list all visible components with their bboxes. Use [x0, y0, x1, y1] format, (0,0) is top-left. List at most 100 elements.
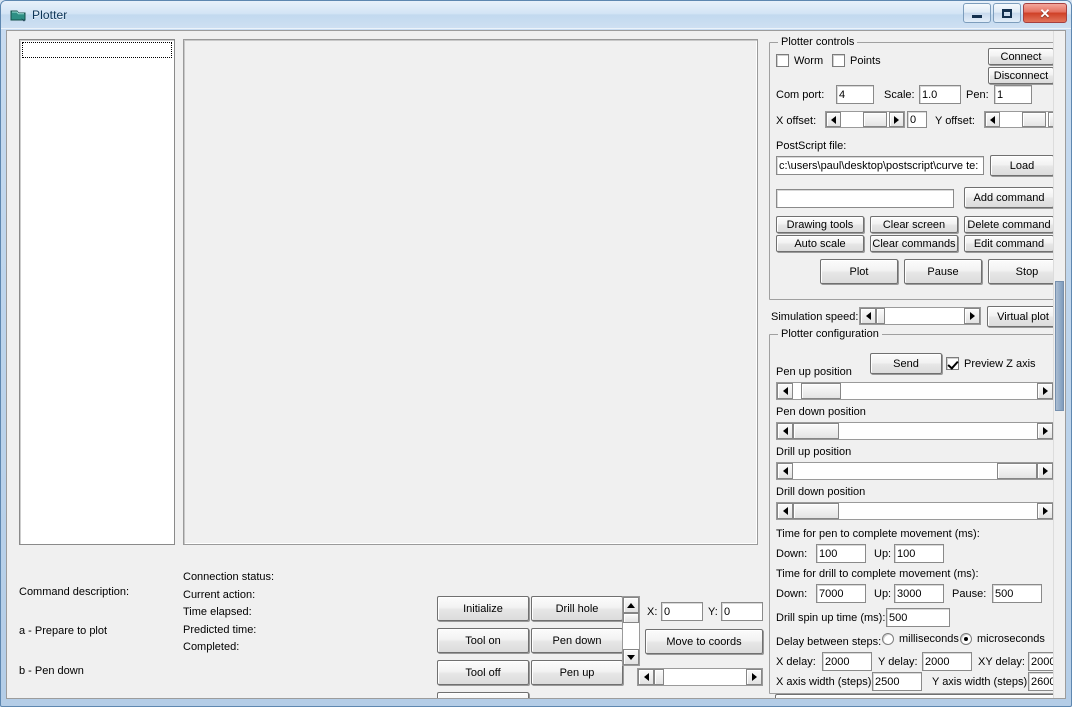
- delete-command-button[interactable]: Delete command: [964, 216, 1054, 233]
- scale-input[interactable]: 1.0: [919, 85, 961, 104]
- edit-command-button[interactable]: Edit command: [964, 235, 1054, 252]
- pen-up-position-right-arrow[interactable]: [1037, 383, 1053, 399]
- drill-hole-button[interactable]: Drill hole: [531, 596, 623, 621]
- drill-down-position-slider[interactable]: [776, 502, 1054, 520]
- connect-button[interactable]: Connect: [988, 48, 1054, 65]
- x-offset-track[interactable]: [841, 112, 889, 127]
- y-jog-thumb[interactable]: [623, 613, 639, 623]
- y-offset-scrollbar[interactable]: [984, 111, 1064, 128]
- postscript-file-input[interactable]: c:\users\paul\desktop\postscript\curve t…: [776, 156, 984, 175]
- drill-spin-input[interactable]: 500: [886, 608, 950, 627]
- drill-up-time-input[interactable]: 3000: [894, 584, 944, 603]
- points-checkbox[interactable]: Points: [832, 54, 881, 67]
- form-scrollbar-thumb[interactable]: [1055, 281, 1064, 411]
- simulation-speed-scrollbar[interactable]: [859, 307, 981, 325]
- x-jog-scrollbar[interactable]: [637, 668, 763, 686]
- x-offset-right-arrow[interactable]: [889, 112, 904, 127]
- disconnect-button[interactable]: Disconnect: [988, 67, 1054, 84]
- drill-down-position-track[interactable]: [793, 503, 1037, 519]
- maximize-button[interactable]: [993, 3, 1021, 23]
- drill-pause-input[interactable]: 500: [992, 584, 1042, 603]
- initialize-button[interactable]: Initialize: [437, 596, 529, 621]
- simulation-speed-right-arrow[interactable]: [964, 308, 980, 324]
- x-jog-thumb[interactable]: [654, 669, 664, 685]
- y-jog-up-arrow[interactable]: [623, 597, 639, 613]
- y-coord-input[interactable]: 0: [721, 602, 763, 621]
- pen-up-position-thumb[interactable]: [801, 383, 841, 399]
- worm-checkbox[interactable]: Worm: [776, 54, 823, 67]
- x-jog-track[interactable]: [654, 669, 746, 685]
- simulation-speed-thumb[interactable]: [876, 308, 885, 324]
- drill-down-position-thumb[interactable]: [793, 503, 839, 519]
- drill-up-position-left-arrow[interactable]: [777, 463, 793, 479]
- pen-down-position-thumb[interactable]: [793, 423, 839, 439]
- drill-up-position-track[interactable]: [793, 463, 1037, 479]
- drill-down-time-input[interactable]: 7000: [816, 584, 866, 603]
- x-offset-scrollbar[interactable]: [825, 111, 905, 128]
- simulation-speed-left-arrow[interactable]: [860, 308, 876, 324]
- x-jog-left-arrow[interactable]: [638, 669, 654, 685]
- y-offset-left-arrow[interactable]: [985, 112, 1000, 127]
- move-to-coords-button[interactable]: Move to coords: [645, 629, 763, 654]
- simulation-speed-track[interactable]: [876, 308, 964, 324]
- x-axis-width-input[interactable]: 2500: [872, 672, 922, 691]
- auto-scale-button[interactable]: Auto scale: [776, 235, 864, 252]
- delay-microseconds-radio-circle[interactable]: [960, 633, 972, 645]
- pen-up-position-track[interactable]: [793, 383, 1037, 399]
- preview-z-axis-checkbox-box[interactable]: [946, 357, 959, 370]
- drill-down-position-right-arrow[interactable]: [1037, 503, 1053, 519]
- command-entry-input[interactable]: [776, 189, 954, 208]
- x-offset-value[interactable]: 0: [907, 111, 927, 128]
- delay-milliseconds-radio-circle[interactable]: [882, 633, 894, 645]
- com-port-input[interactable]: 4: [836, 85, 874, 104]
- drill-up-position-right-arrow[interactable]: [1037, 463, 1053, 479]
- pen-down-button[interactable]: Pen down: [531, 628, 623, 653]
- points-checkbox-box[interactable]: [832, 54, 845, 67]
- command-list-focus-row[interactable]: [22, 42, 172, 58]
- pen-down-position-left-arrow[interactable]: [777, 423, 793, 439]
- x-coord-input[interactable]: 0: [661, 602, 703, 621]
- drawing-tools-button[interactable]: Drawing tools: [776, 216, 864, 233]
- pen-up-button[interactable]: Pen up: [531, 660, 623, 685]
- x-offset-thumb[interactable]: [863, 112, 887, 127]
- plot-button[interactable]: Plot: [820, 259, 898, 284]
- y-delay-input[interactable]: 2000: [922, 652, 972, 671]
- pause-button[interactable]: Pause: [904, 259, 982, 284]
- pen-up-position-slider[interactable]: [776, 382, 1054, 400]
- y-offset-track[interactable]: [1000, 112, 1048, 127]
- pen-down-time-input[interactable]: 100: [816, 544, 866, 563]
- worm-checkbox-box[interactable]: [776, 54, 789, 67]
- x-offset-left-arrow[interactable]: [826, 112, 841, 127]
- clear-commands-button[interactable]: Clear commands: [870, 235, 958, 252]
- tool-on-button[interactable]: Tool on: [437, 628, 529, 653]
- y-offset-thumb[interactable]: [1022, 112, 1046, 127]
- delay-microseconds-radio[interactable]: microseconds: [960, 633, 1045, 645]
- form-vertical-scrollbar[interactable]: [1053, 31, 1065, 698]
- y-jog-down-arrow[interactable]: [623, 649, 639, 665]
- drill-up-position-thumb[interactable]: [997, 463, 1037, 479]
- pen-input[interactable]: 1: [994, 85, 1032, 104]
- drill-down-position-left-arrow[interactable]: [777, 503, 793, 519]
- pen-down-position-slider[interactable]: [776, 422, 1054, 440]
- load-button[interactable]: Load: [990, 155, 1054, 176]
- clear-screen-button[interactable]: Clear screen: [870, 216, 958, 233]
- x-delay-input[interactable]: 2000: [822, 652, 872, 671]
- command-list[interactable]: [19, 39, 175, 545]
- add-command-button[interactable]: Add command: [964, 187, 1054, 208]
- drill-up-position-slider[interactable]: [776, 462, 1054, 480]
- pen-up-position-left-arrow[interactable]: [777, 383, 793, 399]
- minimize-button[interactable]: [963, 3, 991, 23]
- title-bar[interactable]: Plotter ✕: [1, 1, 1071, 29]
- pen-down-position-track[interactable]: [793, 423, 1037, 439]
- preview-z-axis-checkbox[interactable]: Preview Z axis: [946, 357, 1036, 370]
- y-jog-scrollbar[interactable]: [622, 596, 640, 666]
- y-jog-track[interactable]: [623, 613, 639, 649]
- plot-canvas[interactable]: [183, 39, 758, 545]
- delay-milliseconds-radio[interactable]: milliseconds: [882, 633, 959, 645]
- tool-off-button[interactable]: Tool off: [437, 660, 529, 685]
- pen-up-time-input[interactable]: 100: [894, 544, 944, 563]
- close-button[interactable]: ✕: [1023, 3, 1067, 23]
- pen-down-position-right-arrow[interactable]: [1037, 423, 1053, 439]
- use-touch-screen-button[interactable]: Use touch screen to set positions: [775, 694, 1057, 698]
- x-jog-right-arrow[interactable]: [746, 669, 762, 685]
